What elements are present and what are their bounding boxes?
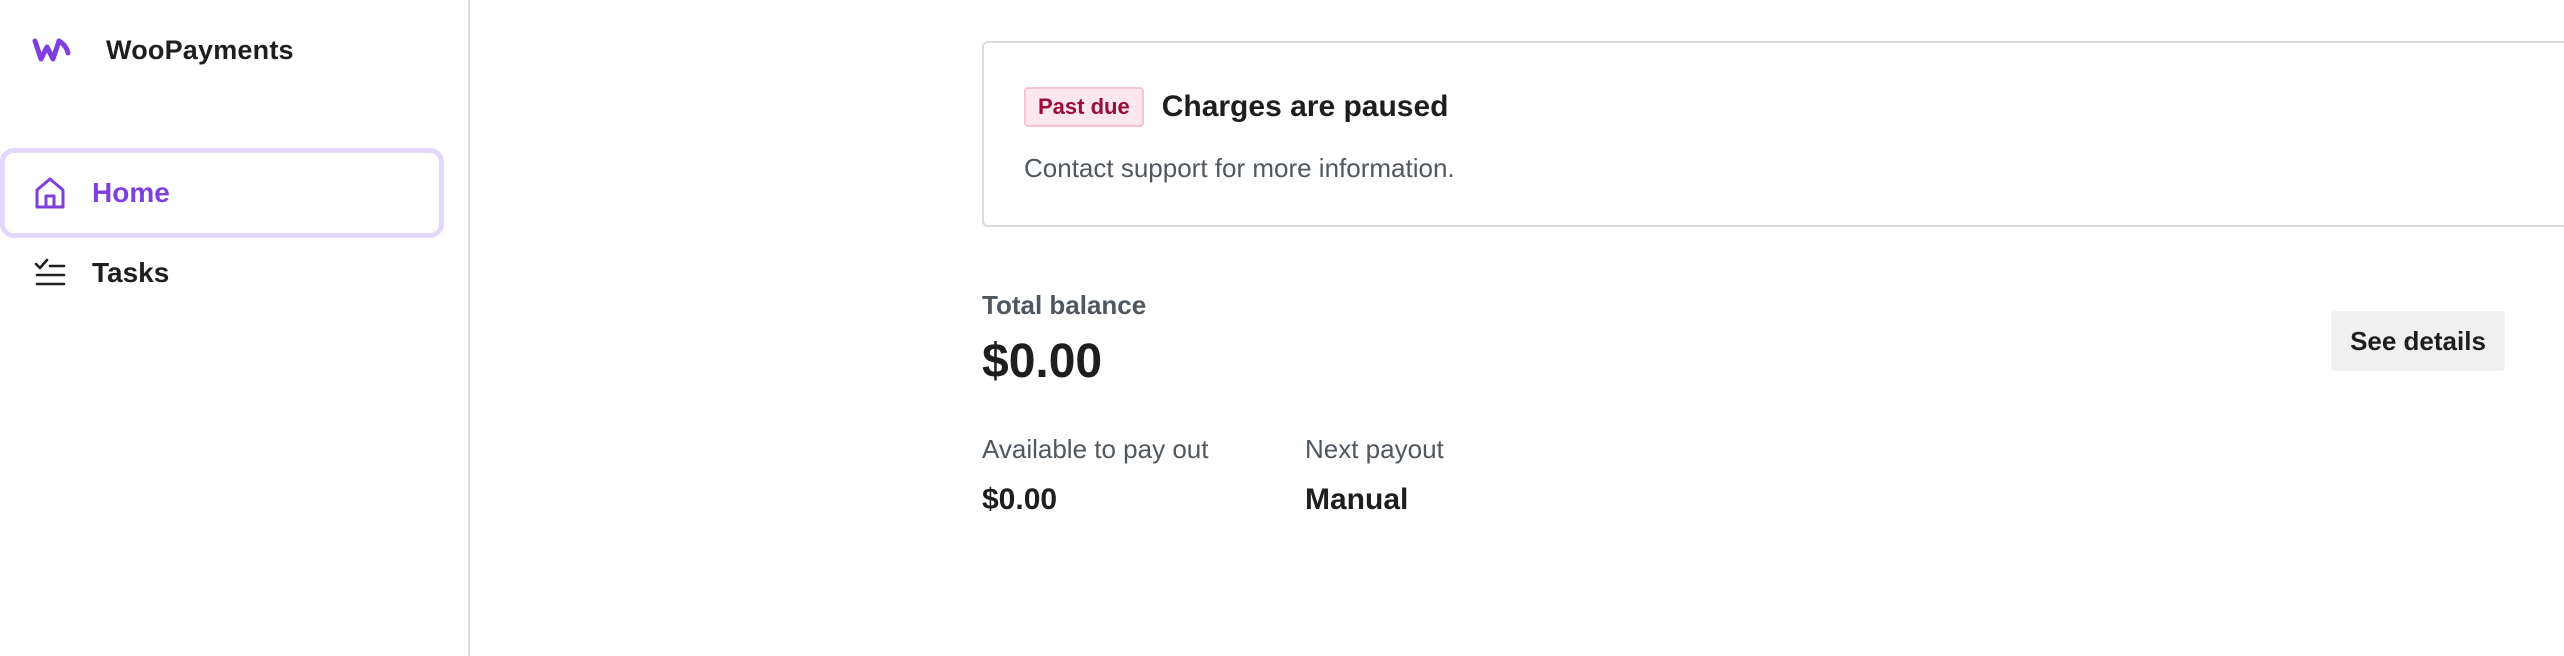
next-payout-label: Next payout xyxy=(1305,434,1444,464)
sidebar: WooPayments Home Tasks xyxy=(0,0,470,656)
notice-title: Charges are paused xyxy=(1161,90,1449,123)
notice-text: Contact support for more information. xyxy=(1024,153,1455,183)
sidebar-item-home[interactable]: Home xyxy=(0,148,444,238)
home-icon xyxy=(32,175,68,211)
total-balance-label: Total balance xyxy=(982,290,1147,320)
sidebar-item-tasks[interactable]: Tasks xyxy=(0,228,444,318)
notice-header: Past due Charges are paused xyxy=(1024,87,1449,127)
brand[interactable]: WooPayments xyxy=(32,30,294,70)
available-payout-label: Available to pay out xyxy=(982,434,1209,464)
total-balance-value: $0.00 xyxy=(982,335,1103,388)
see-details-button[interactable]: See details xyxy=(2331,311,2505,371)
brand-name: WooPayments xyxy=(106,34,294,65)
status-badge: Past due xyxy=(1024,87,1144,127)
past-due-notice: Past due Charges are paused Contact supp… xyxy=(982,41,2564,227)
sidebar-item-label: Tasks xyxy=(92,257,170,288)
woo-logo-icon xyxy=(32,30,72,70)
available-payout-value: $0.00 xyxy=(982,483,1058,516)
sidebar-item-label: Home xyxy=(92,177,170,208)
tasks-icon xyxy=(32,255,68,291)
next-payout-value: Manual xyxy=(1305,483,1409,516)
